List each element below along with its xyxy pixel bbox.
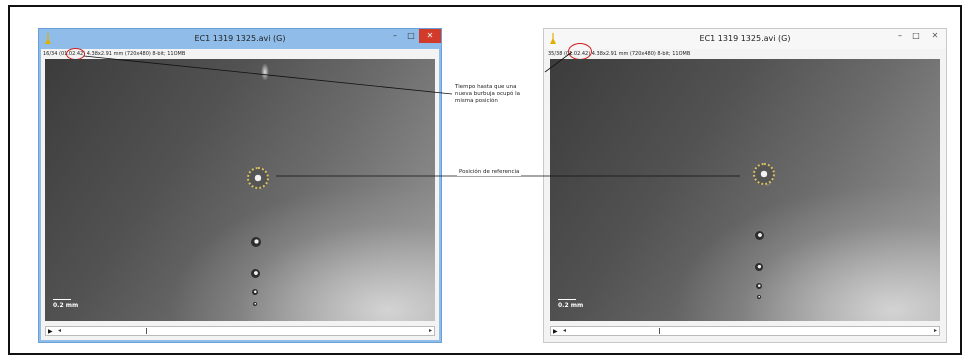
window-title: EC1 1319 1325.avi (G): [194, 34, 286, 43]
video-window-left: EC1 1319 1325.avi (G) – □ ✕ 16/34 (01.02…: [38, 28, 442, 343]
scale-bar-line: [558, 299, 576, 300]
frame-info: 35/38 (01.02.42) 4.38x2.91 mm (720x480) …: [548, 51, 691, 57]
video-frame-image[interactable]: 0.2 mm: [45, 59, 435, 321]
scale-bar-line: [53, 299, 71, 300]
bubble: [253, 302, 257, 306]
bubble: [252, 289, 258, 295]
maximize-button[interactable]: □: [908, 29, 924, 43]
bubble: [251, 269, 260, 278]
scrollbar-thumb[interactable]: [659, 328, 660, 334]
minimize-button[interactable]: –: [892, 29, 908, 43]
video-frame-image[interactable]: 0.2 mm: [550, 59, 940, 321]
scroll-left-arrow-icon[interactable]: ◂: [58, 327, 61, 334]
bubble: [755, 231, 764, 240]
title-bar[interactable]: EC1 1319 1325.avi (G) – □ ✕: [544, 29, 946, 49]
scale-bar: 0.2 mm: [558, 299, 588, 309]
scale-bar: 0.2 mm: [53, 299, 83, 309]
maximize-button[interactable]: □: [403, 29, 419, 43]
frame-info: 16/34 (01.02.42) 4.38x2.91 mm (720x480) …: [43, 51, 186, 57]
window-controls: – □ ✕: [387, 29, 441, 47]
minimize-button[interactable]: –: [387, 29, 403, 43]
reference-bubble: [247, 167, 269, 189]
bubble: [757, 295, 761, 299]
window-controls: – □ ✕: [892, 29, 946, 47]
bubble: [756, 283, 762, 289]
scale-label: 0.2 mm: [53, 302, 79, 309]
time-circle-annotation: [568, 43, 592, 60]
scroll-right-arrow-icon[interactable]: ▸: [429, 327, 432, 334]
video-window-right: EC1 1319 1325.avi (G) – □ ✕ 35/38 (01.02…: [543, 28, 947, 343]
time-annotation-text: Tiempo hasta que una nueva burbuja ocupó…: [455, 84, 520, 104]
title-bar[interactable]: EC1 1319 1325.avi (G) – □ ✕: [39, 29, 441, 49]
scale-label: 0.2 mm: [558, 302, 584, 309]
scrollbar-thumb[interactable]: [146, 328, 147, 334]
reference-annotation-text: Posición de referencia: [457, 169, 522, 176]
bubble: [251, 237, 261, 247]
bubble: [755, 263, 763, 271]
scroll-right-arrow-icon[interactable]: ▸: [934, 327, 937, 334]
close-button[interactable]: ✕: [924, 29, 946, 43]
reference-bubble: [753, 163, 775, 185]
frame-scrollbar[interactable]: ▶ ◂ ▸: [550, 326, 940, 336]
bubble-trail-glow: [261, 63, 269, 81]
play-icon[interactable]: ▶: [553, 328, 558, 335]
scroll-left-arrow-icon[interactable]: ◂: [563, 327, 566, 334]
play-icon[interactable]: ▶: [48, 328, 53, 335]
window-title: EC1 1319 1325.avi (G): [699, 34, 791, 43]
frame-scrollbar[interactable]: ▶ ◂ ▸: [45, 326, 435, 336]
close-button[interactable]: ✕: [419, 29, 441, 43]
